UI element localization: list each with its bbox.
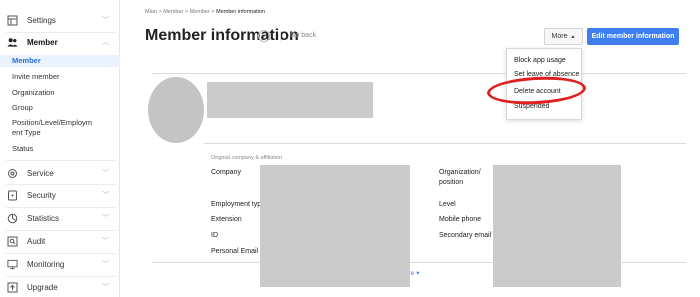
service-icon <box>7 168 18 179</box>
sidebar-item-member[interactable]: Member <box>0 55 120 67</box>
chevron-down-icon: ﹀ <box>102 192 109 199</box>
sidebar-item-status[interactable]: Status <box>0 143 120 155</box>
redacted-name <box>207 82 373 118</box>
page-title: Member information <box>145 27 299 44</box>
field-label-position: position <box>439 179 464 186</box>
sidebar-item-label: Position/Level/Employm <box>12 118 93 127</box>
divider <box>204 143 686 144</box>
menu-item-block-app-usage[interactable]: Block app usage <box>514 57 566 64</box>
audit-icon <box>7 236 18 247</box>
sidebar-item-label: Group <box>12 103 33 112</box>
sidebar-group-label: Audit <box>27 236 46 246</box>
field-label-company: Company <box>211 169 241 176</box>
sidebar-group-security[interactable]: Security ﹀ <box>0 184 120 206</box>
chevron-down-icon: ﹀ <box>102 238 109 245</box>
sidebar-item-group[interactable]: Group <box>0 102 120 114</box>
breadcrumb-separator: > <box>211 9 215 15</box>
chevron-down-icon: ﹀ <box>102 284 109 291</box>
breadcrumb-item[interactable]: Member <box>163 9 183 15</box>
sidebar-group-label: Member <box>27 37 58 47</box>
monitor-icon <box>7 259 18 270</box>
sidebar-item-position-level[interactable]: Position/Level/Employm ent Type <box>0 117 120 139</box>
divider <box>280 31 281 41</box>
divider <box>6 160 116 161</box>
breadcrumb-current: Member information <box>216 9 266 15</box>
chevron-down-icon: ﹀ <box>102 170 109 177</box>
lock-icon <box>7 190 18 201</box>
breadcrumb-separator: > <box>184 9 189 15</box>
avatar <box>148 77 204 143</box>
sidebar-item-label: Member <box>12 56 41 65</box>
divider <box>152 73 506 74</box>
sidebar: Settings ﹀ Member ︿ Member Invite member… <box>0 0 120 297</box>
sidebar-item-label-cont: ent Type <box>12 128 41 137</box>
more-button-label: More <box>551 33 568 40</box>
sidebar-group-statistics[interactable]: Statistics ﹀ <box>0 207 120 229</box>
redacted-left-values <box>260 165 410 287</box>
settings-icon <box>7 15 18 26</box>
sidebar-item-label: Organization <box>12 88 55 97</box>
sidebar-item-label: Invite member <box>12 72 60 81</box>
go-back-link[interactable]: Go back <box>290 32 316 39</box>
sidebar-group-label: Service <box>27 168 54 178</box>
redacted-right-values <box>493 165 621 287</box>
breadcrumb: Main > Member > Member > Member informat… <box>145 9 265 15</box>
upgrade-icon <box>7 282 18 293</box>
chevron-down-icon: ﹀ <box>102 17 109 24</box>
sidebar-group-label: Security <box>27 190 56 200</box>
sidebar-group-monitoring[interactable]: Monitoring ﹀ <box>0 253 120 275</box>
field-label-id: ID <box>211 232 218 239</box>
sidebar-group-service[interactable]: Service ﹀ <box>0 162 120 184</box>
sidebar-group-settings[interactable]: Settings ﹀ <box>0 9 120 31</box>
chevron-up-icon: ︿ <box>102 39 109 46</box>
edit-member-button[interactable]: Edit member information <box>587 28 679 45</box>
sidebar-group-member[interactable]: Member ︿ <box>0 31 120 53</box>
statistics-icon <box>7 213 18 224</box>
caret-down-icon: ▾ <box>416 270 420 277</box>
breadcrumb-item[interactable]: Member <box>190 9 210 15</box>
divider <box>582 73 686 74</box>
field-label-level: Level <box>439 201 456 208</box>
section-caption: Original company & affiliation <box>211 155 283 161</box>
member-icon <box>7 37 18 48</box>
sidebar-item-label: Status <box>12 144 34 153</box>
help-icon[interactable]: ? <box>258 30 270 42</box>
field-label-secondary-email: Secondary email <box>439 232 492 239</box>
sidebar-group-label: Monitoring <box>27 259 65 269</box>
field-label-personal-email: Personal Email <box>211 248 259 255</box>
breadcrumb-item[interactable]: Main <box>145 9 157 15</box>
more-button[interactable]: More ▲ <box>544 28 583 45</box>
breadcrumb-separator: > <box>158 9 162 15</box>
sidebar-group-upgrade[interactable]: Upgrade ﹀ <box>0 276 120 297</box>
caret-up-icon: ▲ <box>570 33 576 40</box>
field-label-organization: Organization/ <box>439 169 481 176</box>
sidebar-group-label: Upgrade <box>27 282 58 292</box>
sidebar-item-invite-member[interactable]: Invite member <box>0 71 120 83</box>
chevron-down-icon: ﹀ <box>102 215 109 222</box>
sidebar-group-label: Settings <box>27 15 56 25</box>
sidebar-group-label: Statistics <box>27 213 60 223</box>
sidebar-item-organization[interactable]: Organization <box>0 87 120 99</box>
sidebar-group-audit[interactable]: Audit ﹀ <box>0 230 120 252</box>
field-label-employment-type: Employment typ <box>211 201 262 208</box>
chevron-down-icon: ﹀ <box>102 261 109 268</box>
field-label-extension: Extension <box>211 216 242 223</box>
field-label-mobile-phone: Mobile phone <box>439 216 482 223</box>
